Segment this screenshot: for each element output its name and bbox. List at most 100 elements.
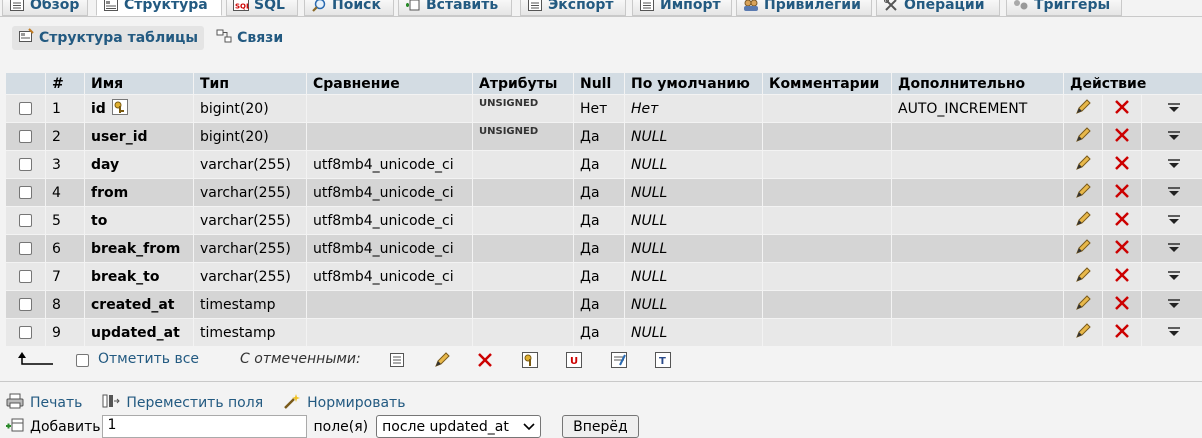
- row-select-checkbox-cell[interactable]: [6, 151, 45, 178]
- row-select-checkbox-cell[interactable]: [6, 291, 45, 318]
- fulltext-selected-icon[interactable]: T: [655, 352, 671, 372]
- row-select-checkbox-cell[interactable]: [6, 95, 45, 122]
- row-checkbox[interactable]: [19, 326, 32, 339]
- check-all-link[interactable]: Отметить все: [98, 351, 199, 367]
- tab-export[interactable]: Экспорт: [520, 0, 626, 16]
- action-edit-cell[interactable]: [1064, 123, 1102, 150]
- row-select-checkbox-cell[interactable]: [6, 207, 45, 234]
- edit-icon[interactable]: [1075, 182, 1091, 203]
- tab-sql[interactable]: SQL SQL: [226, 0, 298, 16]
- tab-privileges[interactable]: Привилегии: [736, 0, 872, 16]
- action-more-cell[interactable]: [1142, 151, 1202, 178]
- more-actions-icon[interactable]: [1167, 101, 1181, 117]
- action-more-cell[interactable]: [1142, 319, 1202, 346]
- go-button[interactable]: Вперёд: [562, 415, 639, 438]
- action-drop-cell[interactable]: [1103, 319, 1141, 346]
- drop-icon[interactable]: [1114, 211, 1130, 231]
- row-checkbox[interactable]: [19, 186, 32, 199]
- header-default[interactable]: По умолчанию: [625, 73, 762, 94]
- edit-icon[interactable]: [1075, 154, 1091, 175]
- action-more-cell[interactable]: [1142, 235, 1202, 262]
- row-checkbox[interactable]: [19, 242, 32, 255]
- row-select-checkbox-cell[interactable]: [6, 179, 45, 206]
- row-select-checkbox-cell[interactable]: [6, 263, 45, 290]
- more-actions-icon[interactable]: [1167, 213, 1181, 229]
- unique-selected-icon[interactable]: U: [566, 352, 582, 372]
- row-checkbox[interactable]: [19, 298, 32, 311]
- drop-icon[interactable]: [1114, 183, 1130, 203]
- action-drop-cell[interactable]: [1103, 151, 1141, 178]
- tab-browse[interactable]: Обзор: [2, 0, 88, 16]
- position-select[interactable]: после updated_at: [376, 415, 542, 438]
- header-collation[interactable]: Сравнение: [307, 73, 472, 94]
- subtab-table-structure[interactable]: Структура таблицы: [12, 26, 205, 50]
- action-drop-cell[interactable]: [1103, 291, 1141, 318]
- row-checkbox[interactable]: [19, 130, 32, 143]
- action-drop-cell[interactable]: [1103, 95, 1141, 122]
- more-actions-icon[interactable]: [1167, 185, 1181, 201]
- row-select-checkbox-cell[interactable]: [6, 123, 45, 150]
- tab-triggers[interactable]: Триггеры: [1006, 0, 1122, 16]
- header-type[interactable]: Тип: [194, 73, 306, 94]
- action-more-cell[interactable]: [1142, 207, 1202, 234]
- header-comments[interactable]: Комментарии: [763, 73, 891, 94]
- more-actions-icon[interactable]: [1167, 157, 1181, 173]
- tab-operations[interactable]: Операции: [876, 0, 1000, 16]
- row-checkbox[interactable]: [19, 102, 32, 115]
- row-checkbox[interactable]: [19, 158, 32, 171]
- row-checkbox[interactable]: [19, 270, 32, 283]
- action-edit-cell[interactable]: [1064, 263, 1102, 290]
- row-checkbox[interactable]: [19, 214, 32, 227]
- edit-icon[interactable]: [1075, 98, 1091, 119]
- action-more-cell[interactable]: [1142, 123, 1202, 150]
- primary-selected-icon[interactable]: [522, 352, 538, 372]
- edit-icon[interactable]: [1075, 294, 1091, 315]
- header-extra[interactable]: Дополнительно: [892, 73, 1063, 94]
- tab-search[interactable]: Поиск: [304, 0, 394, 16]
- action-drop-cell[interactable]: [1103, 123, 1141, 150]
- drop-icon[interactable]: [1114, 239, 1130, 259]
- action-more-cell[interactable]: [1142, 95, 1202, 122]
- more-actions-icon[interactable]: [1167, 241, 1181, 257]
- normalize-link[interactable]: Нормировать: [283, 393, 405, 413]
- more-actions-icon[interactable]: [1167, 325, 1181, 341]
- tab-structure[interactable]: Структура: [96, 0, 222, 16]
- action-edit-cell[interactable]: [1064, 235, 1102, 262]
- action-edit-cell[interactable]: [1064, 95, 1102, 122]
- action-more-cell[interactable]: [1142, 179, 1202, 206]
- action-drop-cell[interactable]: [1103, 179, 1141, 206]
- more-actions-icon[interactable]: [1167, 129, 1181, 145]
- subtab-relations[interactable]: Связи: [210, 26, 289, 50]
- header-name[interactable]: Имя: [85, 73, 193, 94]
- move-columns-link[interactable]: Переместить поля: [102, 393, 263, 413]
- action-edit-cell[interactable]: [1064, 207, 1102, 234]
- print-link[interactable]: Печать: [6, 393, 82, 413]
- row-select-checkbox-cell[interactable]: [6, 319, 45, 346]
- edit-icon[interactable]: [1075, 126, 1091, 147]
- drop-icon[interactable]: [1114, 127, 1130, 147]
- header-attributes[interactable]: Атрибуты: [473, 73, 573, 94]
- edit-icon[interactable]: [1075, 266, 1091, 287]
- drop-icon[interactable]: [1114, 155, 1130, 175]
- header-null[interactable]: Null: [574, 73, 624, 94]
- action-drop-cell[interactable]: [1103, 263, 1141, 290]
- edit-selected-icon[interactable]: [434, 352, 450, 372]
- tab-insert[interactable]: Вставить: [398, 0, 512, 16]
- action-edit-cell[interactable]: [1064, 319, 1102, 346]
- edit-icon[interactable]: [1075, 238, 1091, 259]
- drop-icon[interactable]: [1114, 295, 1130, 315]
- drop-icon[interactable]: [1114, 267, 1130, 287]
- edit-icon[interactable]: [1075, 210, 1091, 231]
- check-all-checkbox[interactable]: [76, 354, 89, 367]
- more-actions-icon[interactable]: [1167, 269, 1181, 285]
- edit-icon[interactable]: [1075, 322, 1091, 343]
- action-more-cell[interactable]: [1142, 263, 1202, 290]
- action-edit-cell[interactable]: [1064, 291, 1102, 318]
- drop-icon[interactable]: [1114, 323, 1130, 343]
- browse-selected-icon[interactable]: [390, 353, 404, 371]
- action-drop-cell[interactable]: [1103, 207, 1141, 234]
- drop-icon[interactable]: [1114, 99, 1130, 119]
- action-drop-cell[interactable]: [1103, 235, 1141, 262]
- tab-import[interactable]: Импорт: [632, 0, 732, 16]
- more-actions-icon[interactable]: [1167, 297, 1181, 313]
